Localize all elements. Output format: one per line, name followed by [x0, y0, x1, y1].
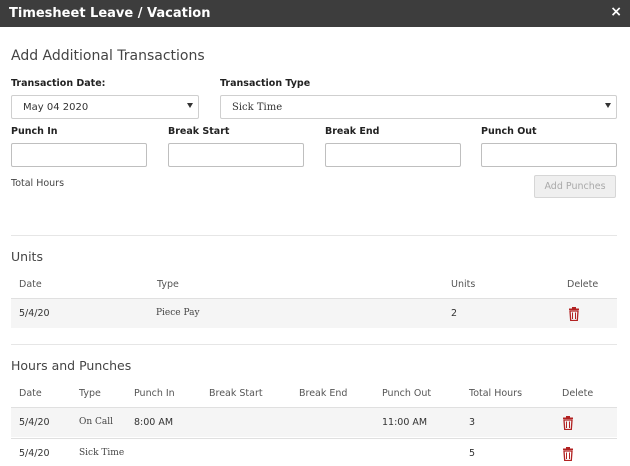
cell-punch-out: 11:00 AM — [382, 417, 428, 428]
cell-total-hours: 3 — [469, 417, 476, 428]
cell-date: 5/4/20 — [19, 417, 50, 428]
punch-in-input[interactable] — [11, 143, 147, 167]
chevron-down-icon — [187, 103, 193, 108]
total-hours-label: Total Hours — [11, 178, 65, 189]
transaction-type-label: Transaction Type — [220, 78, 311, 89]
cell-type: Piece Pay — [156, 308, 200, 318]
hours-col-delete: Delete — [562, 388, 594, 399]
add-punches-button[interactable]: Add Punches — [534, 175, 616, 198]
hours-col-break-end: Break End — [299, 388, 348, 399]
transaction-date-label: Transaction Date: — [11, 78, 106, 89]
break-start-input[interactable] — [168, 143, 304, 167]
cell-type: On Call — [79, 417, 114, 427]
cell-units: 2 — [451, 308, 458, 319]
dialog-title: Timesheet Leave / Vacation — [9, 6, 211, 21]
trash-icon[interactable] — [568, 307, 580, 321]
transaction-type-select[interactable]: Sick Time — [220, 95, 617, 119]
punch-out-label: Punch Out — [481, 126, 537, 137]
trash-icon[interactable] — [562, 447, 574, 461]
units-heading: Units — [11, 249, 43, 264]
punch-in-label: Punch In — [11, 126, 58, 137]
transaction-date-value: May 04 2020 — [23, 102, 89, 113]
table-row: 5/4/20 On Call 8:00 AM 11:00 AM 3 — [11, 407, 617, 437]
units-col-type: Type — [157, 279, 179, 290]
add-transactions-heading: Add Additional Transactions — [11, 48, 205, 64]
break-end-label: Break End — [325, 126, 380, 137]
hours-col-date: Date — [19, 388, 42, 399]
units-col-units: Units — [451, 279, 476, 290]
cell-date: 5/4/20 — [19, 308, 50, 319]
cell-date: 5/4/20 — [19, 448, 50, 459]
hours-col-punch-out: Punch Out — [382, 388, 432, 399]
hours-col-punch-in: Punch In — [134, 388, 175, 399]
punch-out-input[interactable] — [481, 143, 617, 167]
units-col-delete: Delete — [567, 279, 599, 290]
chevron-down-icon — [605, 103, 611, 108]
transaction-date-select[interactable]: May 04 2020 — [11, 95, 199, 119]
hours-col-total-hours: Total Hours — [469, 388, 523, 399]
table-row: 5/4/20 Sick Time 5 — [11, 438, 617, 466]
hours-col-break-start: Break Start — [209, 388, 263, 399]
divider — [11, 235, 617, 236]
hours-col-type: Type — [79, 388, 101, 399]
dialog-titlebar: Timesheet Leave / Vacation × — [0, 0, 630, 27]
units-col-date: Date — [19, 279, 42, 290]
break-start-label: Break Start — [168, 126, 230, 137]
hours-punches-heading: Hours and Punches — [11, 358, 132, 373]
divider — [11, 344, 617, 345]
cell-punch-in: 8:00 AM — [134, 417, 174, 428]
table-row: 5/4/20 Piece Pay 2 — [11, 298, 617, 328]
close-icon[interactable]: × — [610, 4, 622, 20]
cell-total-hours: 5 — [469, 448, 476, 459]
break-end-input[interactable] — [325, 143, 461, 167]
trash-icon[interactable] — [562, 416, 574, 430]
transaction-type-value: Sick Time — [232, 102, 283, 113]
cell-type: Sick Time — [79, 448, 125, 458]
